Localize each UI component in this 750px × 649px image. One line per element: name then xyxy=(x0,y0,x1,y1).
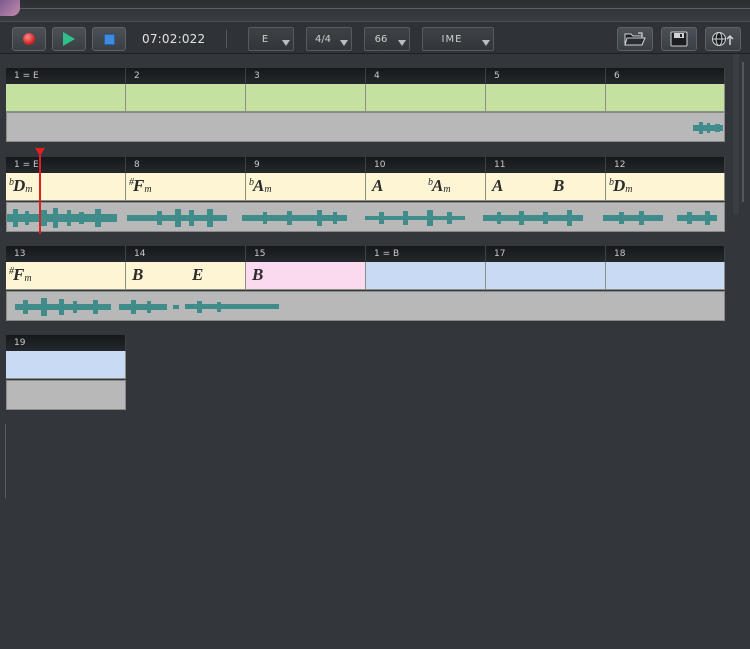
measure-header[interactable]: 14 xyxy=(126,246,246,262)
waveform xyxy=(7,208,717,228)
chord-symbol: E xyxy=(192,265,204,284)
chord-symbol: B xyxy=(132,265,144,284)
chord-cell[interactable]: #Fm xyxy=(6,262,126,290)
playhead-line[interactable] xyxy=(39,148,41,234)
share-button[interactable] xyxy=(705,27,741,51)
chord-cell[interactable]: bDm xyxy=(606,173,725,201)
measure-header[interactable]: 1 = E xyxy=(6,68,126,84)
chord-cell[interactable] xyxy=(486,262,606,290)
measure-header[interactable]: 10 xyxy=(366,157,486,173)
chord-cell[interactable]: bDm xyxy=(6,173,126,201)
folder-open-icon xyxy=(624,32,646,46)
chord-cell[interactable] xyxy=(606,84,725,112)
measure-header[interactable]: 13 xyxy=(6,246,126,262)
ime-select[interactable]: IME xyxy=(422,27,494,51)
key-select-value: E xyxy=(261,34,269,45)
chord-cell[interactable] xyxy=(6,84,126,112)
measure-header[interactable]: 6 xyxy=(606,68,725,84)
measure-header[interactable]: 12 xyxy=(606,157,725,173)
chord-symbol: bAm xyxy=(428,176,451,195)
measure-header[interactable]: 11 xyxy=(486,157,606,173)
waveform-track[interactable] xyxy=(6,291,725,321)
meter-select-value: 4/4 xyxy=(314,34,332,45)
chord-cell[interactable] xyxy=(486,84,606,112)
chord-cell[interactable] xyxy=(366,84,486,112)
chord-symbol: #Fm xyxy=(9,265,32,284)
measure-header[interactable]: 2 xyxy=(126,68,246,84)
measure-header[interactable]: 1 = B xyxy=(366,246,486,262)
measure-header[interactable]: 3 xyxy=(246,68,366,84)
chord-symbol: bDm xyxy=(9,176,33,195)
title-strip xyxy=(0,0,750,22)
chord-symbol: bDm xyxy=(609,176,633,195)
chord-cell[interactable]: #Fm xyxy=(126,173,246,201)
chord-cell[interactable] xyxy=(606,262,725,290)
measure-header[interactable]: 19 xyxy=(6,335,126,351)
time-display: 07:02:022 xyxy=(142,32,206,46)
stop-button[interactable] xyxy=(92,27,126,51)
key-select[interactable]: E xyxy=(248,27,294,51)
measure-header[interactable]: 15 xyxy=(246,246,366,262)
tempo-select-value: 66 xyxy=(374,34,388,45)
chord-symbol: B xyxy=(252,265,264,284)
chord-cell[interactable] xyxy=(126,84,246,112)
chord-cell[interactable]: A bAm xyxy=(366,173,486,201)
save-button[interactable] xyxy=(661,27,697,51)
meter-select[interactable]: 4/4 xyxy=(306,27,352,51)
open-file-button[interactable] xyxy=(617,27,653,51)
panel-divider xyxy=(5,424,6,498)
record-button[interactable] xyxy=(12,27,46,51)
stop-icon xyxy=(103,33,115,45)
toolbar-separator xyxy=(226,30,227,48)
globe-upload-icon xyxy=(712,32,734,46)
transport-toolbar: 07:02:022 E 4/4 66 IME xyxy=(0,22,750,54)
measure-header[interactable]: 9 xyxy=(246,157,366,173)
chord-cell[interactable]: B E xyxy=(126,262,246,290)
chord-symbol: A xyxy=(492,176,504,195)
side-scrollbar-thumb[interactable] xyxy=(742,62,744,202)
chord-cell[interactable] xyxy=(6,351,126,379)
save-icon xyxy=(670,31,688,47)
measure-header[interactable]: 17 xyxy=(486,246,606,262)
chord-symbol: #Fm xyxy=(129,176,152,195)
chord-symbol: bAm xyxy=(249,176,272,195)
chord-cell[interactable]: A B xyxy=(486,173,606,201)
chevron-down-icon xyxy=(282,40,290,46)
title-divider xyxy=(20,8,750,9)
chord-symbol: B xyxy=(553,176,565,195)
record-icon xyxy=(23,33,35,45)
side-scrollbar[interactable] xyxy=(733,54,739,214)
ime-select-value: IME xyxy=(441,34,463,45)
waveform-track[interactable] xyxy=(6,380,126,410)
measure-header[interactable]: 4 xyxy=(366,68,486,84)
chord-cell[interactable] xyxy=(366,262,486,290)
play-icon xyxy=(63,32,75,46)
chord-cell[interactable]: bAm xyxy=(246,173,366,201)
measure-header[interactable]: 1 = E xyxy=(6,157,126,173)
measure-header[interactable]: 18 xyxy=(606,246,725,262)
waveform-track[interactable] xyxy=(6,112,725,142)
chevron-down-icon xyxy=(482,40,490,46)
measure-header[interactable]: 5 xyxy=(486,68,606,84)
waveform xyxy=(15,298,279,316)
playhead-marker-icon[interactable] xyxy=(35,148,45,156)
chord-cell[interactable] xyxy=(246,84,366,112)
play-button[interactable] xyxy=(52,27,86,51)
waveform xyxy=(693,122,723,134)
measure-header[interactable]: 8 xyxy=(126,157,246,173)
chord-symbol: A xyxy=(372,176,384,195)
tempo-select[interactable]: 66 xyxy=(364,27,410,51)
waveform-track[interactable] xyxy=(6,202,725,232)
chevron-down-icon xyxy=(398,40,406,46)
chord-cell[interactable]: B xyxy=(246,262,366,290)
chevron-down-icon xyxy=(340,40,348,46)
app-logo xyxy=(0,0,20,16)
